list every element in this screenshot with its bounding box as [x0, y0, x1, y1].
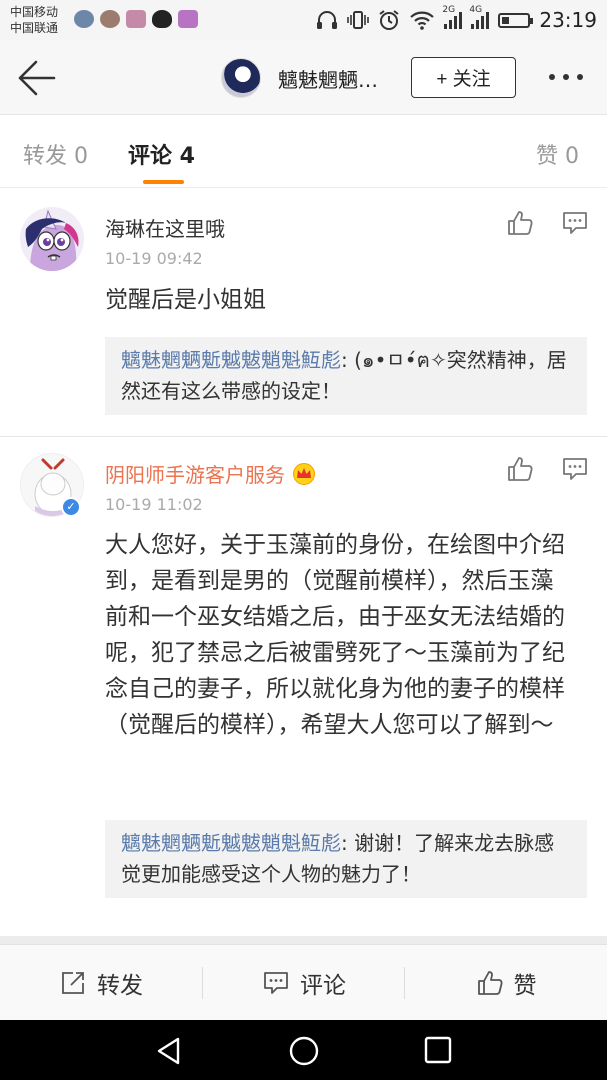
active-tab-indicator	[143, 180, 184, 184]
notification-icons	[74, 10, 198, 28]
detail-tabs: 转发 0 评论 4 赞 0	[0, 116, 607, 188]
app-notification-icon	[178, 10, 198, 28]
reply-author-link[interactable]: 魑魅魍魉鬿魆魃魈魁魱彪	[121, 348, 341, 372]
commenter-name[interactable]: 阴阳师手游客户服务	[105, 459, 317, 488]
reply-icon[interactable]	[561, 209, 589, 237]
comment-label[interactable]: 评论	[300, 966, 346, 1000]
app-notification-icon	[74, 10, 94, 28]
system-navigation-bar	[0, 1020, 607, 1080]
sim-2-label: 4G	[469, 5, 483, 15]
status-time: 23:19	[539, 8, 597, 32]
signal-4g-icon: 4G	[469, 5, 490, 29]
back-arrow-icon[interactable]	[14, 58, 60, 98]
commenter-name[interactable]: 海琳在这里哦	[105, 213, 225, 242]
commenter-name-text[interactable]: 阴阳师手游客户服务	[105, 459, 285, 488]
vibrate-icon	[347, 11, 370, 29]
comment-text: 觉醒后是小姐姐	[105, 287, 266, 313]
comment-item: 海琳在这里哦 10-19 09:42 觉醒后是小姐姐 魑魅魍魉鬿魆魃魈魁魱彪: …	[0, 189, 607, 436]
comment-icon	[264, 972, 288, 994]
verified-badge-icon: ✓	[61, 497, 81, 517]
carrier-2: 中国联通	[10, 21, 59, 35]
comment-button[interactable]: 评论	[203, 945, 405, 1021]
repost-icon	[62, 972, 84, 994]
battery-level	[502, 16, 510, 24]
system-home-icon[interactable]	[288, 1035, 320, 1067]
app-notification-icon	[126, 10, 146, 28]
author-avatar[interactable]	[221, 58, 261, 98]
tab-likes[interactable]: 赞 0	[536, 138, 579, 170]
author-name[interactable]: 魑魅魍魉…	[278, 64, 388, 93]
bottom-action-bar: 转发 评论 赞	[0, 944, 607, 1020]
system-back-icon[interactable]	[154, 1036, 184, 1066]
app-notification-icon	[100, 10, 120, 28]
alarm-icon	[379, 10, 399, 30]
section-divider	[0, 936, 607, 944]
like-icon[interactable]	[506, 455, 534, 483]
repost-label[interactable]: 转发	[97, 966, 143, 1000]
comment-time: 10-19 09:42	[105, 249, 203, 268]
qq-icon	[152, 10, 172, 28]
reply-author-link[interactable]: 魑魅魍魉鬿魆魃魈魁魱彪	[121, 831, 341, 855]
signal-2g-icon: 2G	[442, 5, 463, 29]
comment-text: 大人您好，关于玉藻前的身份，在绘图中介绍到，是看到是男的（觉醒前模样），然后玉藻…	[105, 532, 565, 738]
wifi-icon	[410, 11, 435, 30]
top-nav-bar: 魑魅魍魉… + 关注	[0, 40, 607, 115]
like-label[interactable]: 赞	[514, 966, 537, 1000]
system-recents-icon[interactable]	[424, 1036, 452, 1064]
thumbs-up-icon	[477, 971, 503, 995]
like-button[interactable]: 赞	[405, 945, 607, 1021]
sim-1-label: 2G	[442, 5, 456, 15]
tab-reposts[interactable]: 转发 0	[23, 138, 88, 170]
reply-icon[interactable]	[561, 455, 589, 483]
carrier-1: 中国移动	[10, 5, 59, 19]
commenter-name-text[interactable]: 海琳在这里哦	[105, 213, 225, 242]
headphones-icon	[317, 11, 338, 29]
comment-time: 10-19 11:02	[105, 495, 203, 514]
reply-snippet[interactable]: 魑魅魍魉鬿魆魃魈魁魱彪: (๑•ㅁ•́ฅ✧突然精神，居然还有这么带感的设定！	[105, 337, 587, 415]
battery-icon	[498, 12, 534, 28]
repost-button[interactable]: 转发	[0, 945, 202, 1021]
status-bar: 中国移动 中国联通 2G 4G 23:19	[0, 0, 607, 40]
commenter-avatar[interactable]	[20, 207, 84, 271]
comment-item: ✓ 阴阳师手游客户服务 10-19 11:02 大人您好，关于玉藻前的身份，在绘…	[0, 437, 607, 937]
carrier-names: 中国移动 中国联通	[10, 4, 58, 36]
like-icon[interactable]	[506, 209, 534, 237]
vip-crown-icon[interactable]	[291, 462, 317, 485]
more-options-icon[interactable]	[549, 74, 583, 80]
reply-snippet[interactable]: 魑魅魍魉鬿魆魃魈魁魱彪: 谢谢！了解来龙去脉感觉更加能感受这个人物的魅力了！	[105, 820, 587, 898]
tab-comments[interactable]: 评论 4	[128, 138, 195, 170]
follow-button[interactable]: + 关注	[411, 57, 516, 98]
